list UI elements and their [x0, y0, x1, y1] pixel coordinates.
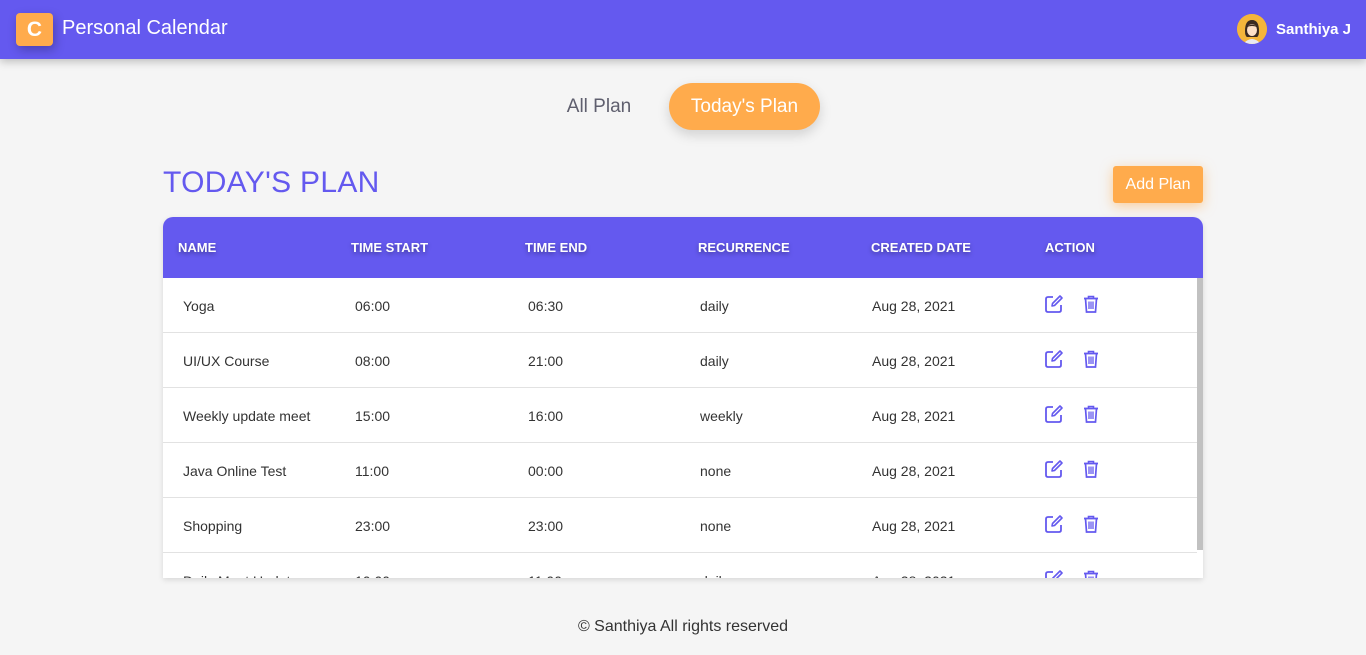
- table-row: Weekly update meet 15:00 16:00 weekly Aug 28…: [163, 388, 1197, 443]
- tab-all-plan[interactable]: All Plan: [553, 83, 645, 130]
- cell-time-start: 08:00: [355, 353, 391, 369]
- cell-time-end: 16:00: [528, 408, 564, 424]
- app-logo[interactable]: C: [16, 13, 53, 46]
- cell-recurrence: daily: [700, 298, 729, 314]
- cell-time-end: 06:30: [528, 298, 564, 314]
- cell-name: Shopping: [183, 518, 243, 534]
- cell-name: Yoga: [183, 298, 215, 314]
- edit-icon[interactable]: [1044, 569, 1064, 578]
- table-row: Yoga 06:00 06:30 daily Aug 28, 2021: [163, 278, 1197, 333]
- table-row: UI/UX Course 08:00 21:00 daily Aug 28, 2021: [163, 333, 1197, 388]
- cell-recurrence: daily: [700, 353, 729, 369]
- cell-name: Java Online Test: [183, 463, 287, 479]
- tab-todays-plan[interactable]: Today's Plan: [669, 83, 820, 130]
- cell-created-date: Aug 28, 2021: [872, 408, 956, 424]
- cell-time-start: 06:00: [355, 298, 391, 314]
- column-header-created-date: CREATED DATE: [871, 240, 971, 255]
- edit-icon[interactable]: [1044, 514, 1064, 534]
- cell-created-date: Aug 28, 2021: [872, 573, 955, 578]
- cell-recurrence: none: [700, 463, 732, 479]
- cell-time-end: 00:00: [528, 463, 564, 479]
- cell-time-start: 23:00: [355, 518, 391, 534]
- column-header-recurrence: RECURRENCE: [698, 240, 790, 255]
- cell-created-date: Aug 28, 2021: [872, 518, 956, 534]
- table-body[interactable]: Yoga 06:00 06:30 daily Aug 28, 2021 UI/UX Cou…: [163, 278, 1203, 578]
- edit-icon[interactable]: [1044, 349, 1064, 369]
- plan-table: NAME TIME START TIME END RECURRENCE CREA…: [163, 217, 1203, 578]
- cell-time-end: 21:00: [528, 353, 564, 369]
- trash-icon[interactable]: [1081, 349, 1101, 369]
- user-avatar[interactable]: [1237, 14, 1267, 44]
- cell-name: Weekly update meet: [183, 408, 311, 424]
- trash-icon[interactable]: [1081, 459, 1101, 479]
- cell-name: UI/UX Course: [183, 353, 270, 369]
- column-header-name: NAME: [178, 240, 217, 255]
- cell-created-date: Aug 28, 2021: [872, 298, 956, 314]
- cell-name: Daily Meet Update: [183, 573, 298, 578]
- top-navbar: C Personal Calendar Santhiya J: [0, 0, 1366, 59]
- trash-icon[interactable]: [1081, 404, 1101, 424]
- add-plan-button[interactable]: Add Plan: [1113, 166, 1203, 203]
- cell-time-start: 11:00: [355, 463, 389, 479]
- edit-icon[interactable]: [1044, 294, 1064, 314]
- table-row: Shopping 23:00 23:00 none Aug 28, 2021: [163, 498, 1197, 553]
- cell-time-start: 10:00: [355, 573, 390, 578]
- trash-icon[interactable]: [1081, 514, 1101, 534]
- edit-icon[interactable]: [1044, 404, 1064, 424]
- page-title: TODAY'S PLAN: [163, 166, 380, 199]
- trash-icon[interactable]: [1081, 569, 1101, 578]
- cell-time-end: 11:00: [528, 573, 562, 578]
- cell-time-end: 23:00: [528, 518, 564, 534]
- edit-icon[interactable]: [1044, 459, 1064, 479]
- cell-created-date: Aug 28, 2021: [872, 353, 956, 369]
- cell-recurrence: weekly: [700, 408, 743, 424]
- footer-copyright: © Santhiya All rights reserved: [577, 618, 789, 635]
- cell-created-date: Aug 28, 2021: [872, 463, 956, 479]
- cell-recurrence: daily: [700, 573, 729, 578]
- user-name[interactable]: Santhiya J: [1276, 21, 1351, 38]
- table-row: Daily Meet Update 10:00 11:00 daily Aug 28, …: [163, 553, 1197, 578]
- app-title[interactable]: Personal Calendar: [62, 17, 228, 40]
- column-header-time-end: TIME END: [525, 240, 588, 255]
- column-header-action: ACTION: [1045, 240, 1095, 255]
- trash-icon[interactable]: [1081, 294, 1101, 314]
- cell-time-start: 15:00: [355, 408, 391, 424]
- table-row: Java Online Test 11:00 00:00 none Aug 28, 20…: [163, 443, 1197, 498]
- table-scrollbar[interactable]: [1197, 278, 1203, 550]
- table-header: NAME TIME START TIME END RECURRENCE CREA…: [163, 217, 1203, 278]
- cell-recurrence: none: [700, 518, 732, 534]
- column-header-time-start: TIME START: [351, 240, 429, 255]
